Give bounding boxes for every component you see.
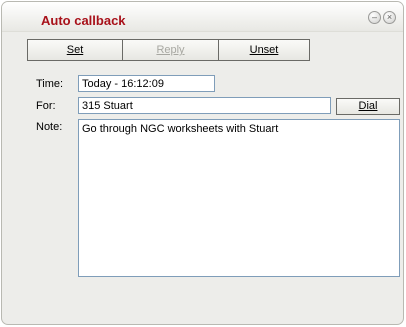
for-label: For: <box>36 100 56 112</box>
for-field[interactable]: 315 Stuart <box>78 97 331 114</box>
time-label: Time: <box>36 78 64 90</box>
time-field[interactable]: Today - 16:12:09 <box>78 75 215 92</box>
dial-button-label: Dial <box>358 100 378 112</box>
set-button[interactable]: Set <box>27 39 123 61</box>
note-textarea[interactable]: Go through NGC worksheets with Stuart <box>78 119 400 277</box>
window-title: Auto callback <box>41 13 126 28</box>
toolbar: Set Reply Unset <box>27 39 310 61</box>
reply-button[interactable]: Reply <box>123 39 219 61</box>
reply-button-label: Reply <box>156 44 185 56</box>
auto-callback-window: Auto callback – × Set Reply Unset Time: … <box>1 1 404 325</box>
close-icon[interactable]: × <box>383 11 396 24</box>
minimize-icon[interactable]: – <box>368 11 381 24</box>
unset-button[interactable]: Unset <box>219 39 310 61</box>
dial-button[interactable]: Dial <box>336 98 400 115</box>
set-button-label: Set <box>66 44 84 56</box>
title-bar[interactable]: Auto callback – × <box>2 2 403 32</box>
unset-button-label: Unset <box>249 44 279 56</box>
note-label: Note: <box>36 121 63 133</box>
